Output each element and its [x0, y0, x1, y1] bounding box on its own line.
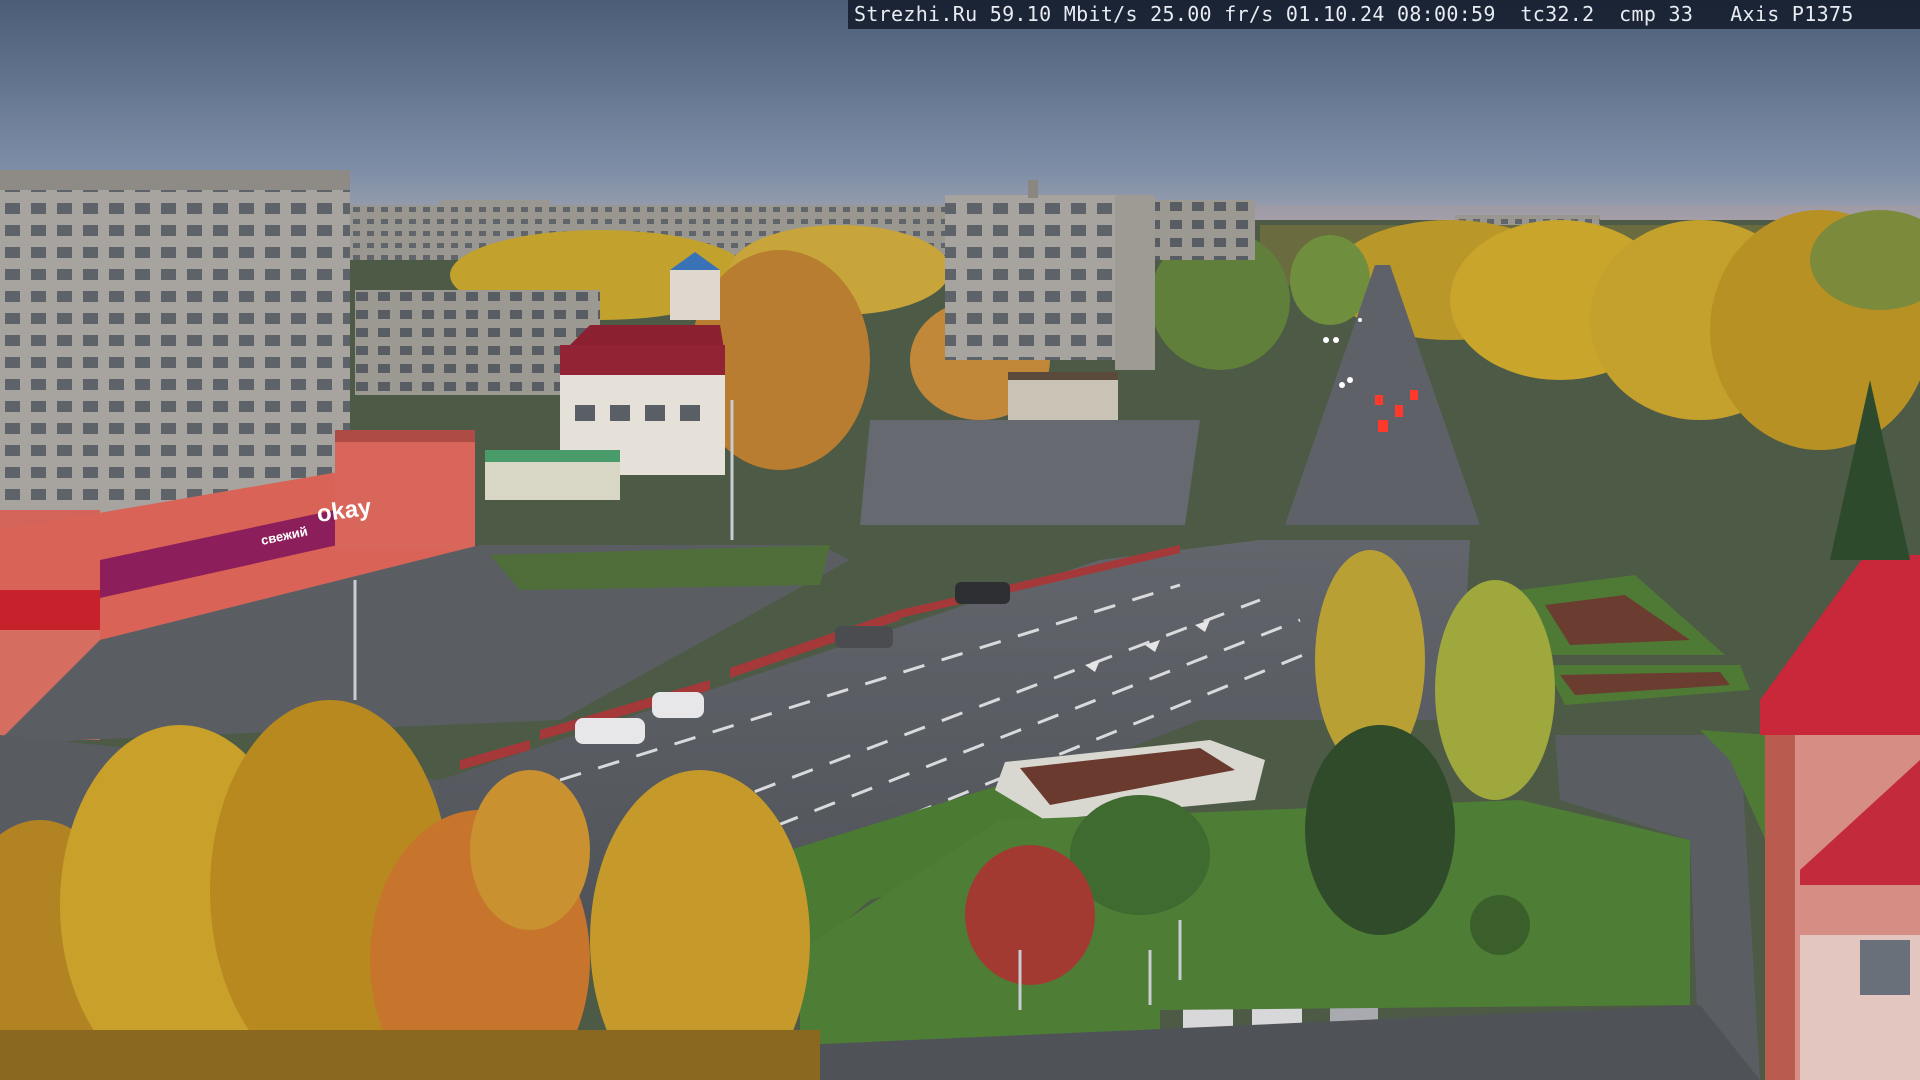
webcam-scene: okay свежий [0, 0, 1920, 1080]
apartment-block-left [0, 170, 350, 520]
plaza [860, 420, 1200, 525]
camera-osd-overlay: Strezhi.Ru 59.10 Mbit/s 25.00 fr/s 01.10… [848, 0, 1920, 29]
